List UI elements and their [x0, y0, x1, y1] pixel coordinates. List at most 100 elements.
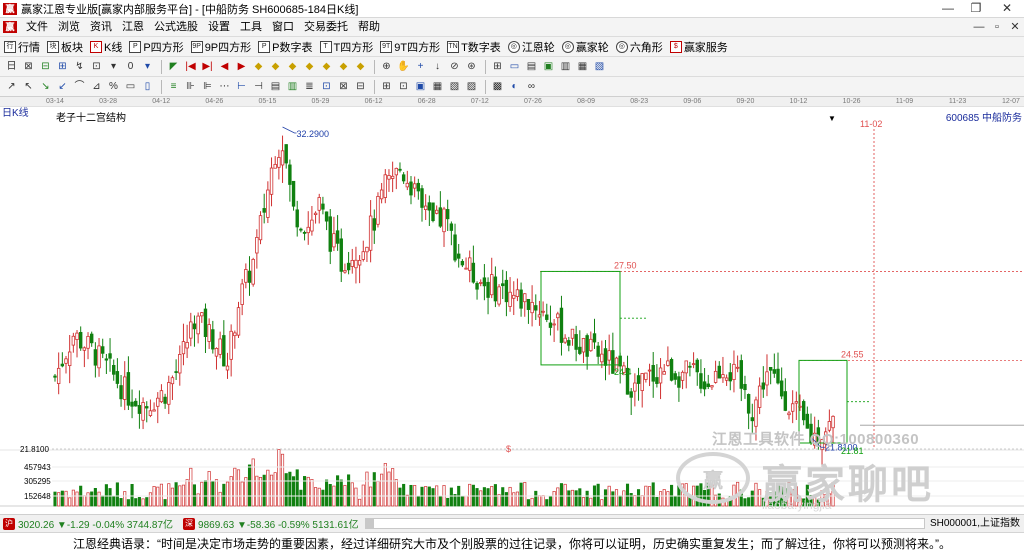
chart-tool-26[interactable]: ⊛ [464, 60, 479, 74]
candle-body[interactable] [501, 283, 505, 287]
chart-tool-19[interactable]: ◆ [336, 60, 351, 74]
candle-body[interactable] [563, 337, 567, 343]
candle-body[interactable] [805, 413, 810, 429]
draw-tool-6[interactable]: % [106, 80, 121, 94]
candle-body[interactable] [713, 370, 718, 383]
candle-body[interactable] [412, 183, 417, 189]
menu-item-8[interactable]: 交易委托 [299, 18, 353, 37]
candle-body[interactable] [379, 189, 384, 200]
candle-body[interactable] [508, 291, 512, 307]
candle-body[interactable] [541, 310, 545, 313]
menu-item-5[interactable]: 设置 [203, 18, 235, 37]
chart-tool-4[interactable]: ↯ [72, 60, 87, 74]
candle-body[interactable] [750, 417, 754, 422]
candle-body[interactable] [585, 335, 589, 357]
candle-body[interactable] [218, 338, 222, 355]
toolbar-button-3[interactable]: P P四方形 [129, 39, 184, 55]
candle-body[interactable] [787, 412, 791, 416]
chart-tool-2[interactable]: ⊟ [38, 60, 53, 74]
candle-body[interactable] [244, 269, 248, 283]
chart-tool-1[interactable]: ⊠ [21, 60, 36, 74]
candle-body[interactable] [60, 363, 65, 367]
toolbar-button-7[interactable]: 9T 9T四方形 [380, 39, 440, 55]
candle-body[interactable] [739, 360, 743, 389]
draw-tool-10[interactable]: ⊪ [183, 80, 198, 94]
candle-body[interactable] [534, 305, 538, 311]
candle-body[interactable] [357, 259, 362, 266]
candle-body[interactable] [710, 385, 714, 388]
draw-tool-16[interactable]: ▥ [285, 80, 300, 94]
candle-body[interactable] [93, 349, 98, 366]
draw-tool-7[interactable]: ▭ [123, 80, 138, 94]
chart-tool-22[interactable]: ✋ [396, 60, 411, 74]
candle-body[interactable] [398, 168, 402, 171]
candle-body[interactable] [354, 259, 358, 269]
menu-item-9[interactable]: 帮助 [353, 18, 385, 37]
candle-body[interactable] [512, 294, 516, 299]
candle-body[interactable] [269, 167, 274, 195]
candle-body[interactable] [75, 332, 79, 340]
mdi-control-0[interactable]: — [970, 18, 988, 37]
draw-tool-15[interactable]: ▤ [268, 80, 283, 94]
chart-tool-8[interactable]: ▾ [140, 60, 155, 74]
candle-body[interactable] [460, 260, 465, 266]
draw-tool-29[interactable]: ∞ [524, 80, 539, 94]
candle-body[interactable] [409, 181, 413, 196]
candle-body[interactable] [284, 144, 288, 164]
toolbar-button-11[interactable]: ◎ 六角形 [615, 39, 663, 55]
candle-body[interactable] [633, 382, 637, 392]
candle-body[interactable] [112, 364, 116, 375]
horizontal-scrollbar[interactable] [364, 518, 925, 529]
candle-body[interactable] [317, 197, 321, 211]
menu-item-2[interactable]: 资讯 [85, 18, 117, 37]
candle-body[interactable] [236, 307, 241, 336]
candle-body[interactable] [181, 341, 186, 355]
draw-tool-0[interactable]: ↗ [4, 80, 19, 94]
candle-body[interactable] [757, 385, 762, 408]
candle-body[interactable] [651, 364, 655, 382]
candle-body[interactable] [790, 403, 795, 412]
draw-tool-21[interactable]: ⊞ [379, 80, 394, 94]
draw-tool-5[interactable]: ⊿ [89, 80, 104, 94]
candle-body[interactable] [545, 314, 549, 320]
toolbar-button-2[interactable]: K K线 [90, 39, 122, 55]
candle-body[interactable] [328, 216, 332, 252]
candle-body[interactable] [376, 196, 380, 225]
candle-body[interactable] [104, 358, 109, 361]
candle-body[interactable] [699, 373, 703, 389]
toolbar-button-9[interactable]: ◎ 江恩轮 [507, 39, 555, 55]
candle-body[interactable] [684, 360, 688, 374]
toolbar-button-0[interactable]: 行行情 [4, 39, 40, 55]
candle-body[interactable] [482, 277, 487, 287]
chart-tool-14[interactable]: ◆ [251, 60, 266, 74]
candle-body[interactable] [647, 369, 652, 372]
chart-tool-13[interactable]: ▶ [234, 60, 249, 74]
chart-tool-15[interactable]: ◆ [268, 60, 283, 74]
candle-body[interactable] [101, 346, 105, 354]
candle-body[interactable] [581, 338, 586, 353]
draw-tool-22[interactable]: ⊡ [396, 80, 411, 94]
candle-body[interactable] [526, 298, 531, 310]
candle-body[interactable] [490, 274, 494, 296]
candle-body[interactable] [71, 335, 76, 346]
chart-tool-21[interactable]: ⊕ [379, 60, 394, 74]
candle-body[interactable] [655, 377, 659, 384]
candle-body[interactable] [97, 345, 101, 369]
candle-body[interactable] [387, 175, 391, 180]
candle-body[interactable] [537, 314, 542, 318]
candle-body[interactable] [523, 293, 527, 303]
candle-body[interactable] [192, 323, 197, 330]
candle-body[interactable] [148, 410, 153, 416]
menu-item-6[interactable]: 工具 [235, 18, 267, 37]
candle-body[interactable] [420, 188, 424, 208]
candle-body[interactable] [794, 401, 799, 404]
menu-item-3[interactable]: 江恩 [117, 18, 149, 37]
candle-body[interactable] [732, 363, 736, 380]
candle-body[interactable] [423, 205, 428, 210]
candle-body[interactable] [258, 215, 263, 241]
chart-tool-10[interactable]: |◀ [183, 60, 198, 74]
draw-tool-3[interactable]: ↙ [55, 80, 70, 94]
chart-tool-20[interactable]: ◆ [353, 60, 368, 74]
chart-tool-16[interactable]: ◆ [285, 60, 300, 74]
candle-body[interactable] [442, 208, 446, 233]
